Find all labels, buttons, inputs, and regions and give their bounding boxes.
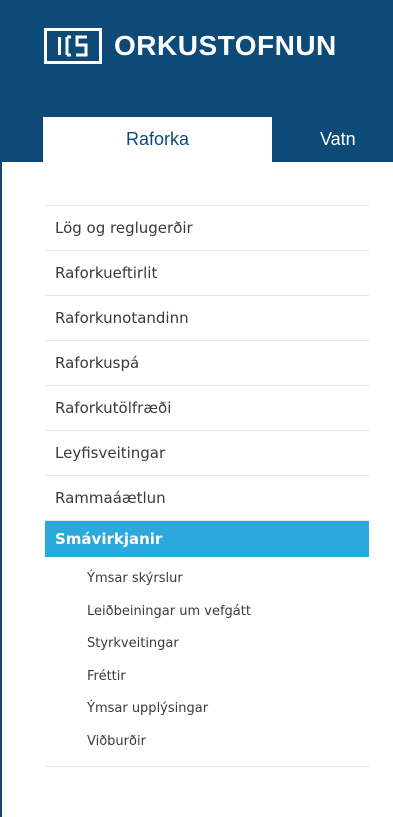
logo-text: ORKUSTOFNUN (114, 30, 337, 61)
logo-mark-icon (44, 28, 102, 64)
sidebar-nav: Lög og reglugerðir Raforkueftirlit Rafor… (45, 205, 369, 767)
nav-item-log-og-reglugerdir[interactable]: Lög og reglugerðir (45, 206, 369, 251)
subnav-item-styrkveitingar[interactable]: Styrkveitingar (45, 628, 369, 661)
nav-item-raforkueftirlit[interactable]: Raforkueftirlit (45, 251, 369, 296)
subnav-item-ymsar-skyrslur[interactable]: Ýmsar skýrslur (45, 563, 369, 596)
nav-item-raforkuspa[interactable]: Raforkuspá (45, 341, 369, 386)
top-tabs: Raforka Vatn (0, 103, 393, 162)
tab-raforka[interactable]: Raforka (43, 117, 272, 162)
left-border (0, 162, 2, 817)
nav-item-rammaaaetlun[interactable]: Rammaáætlun (45, 476, 369, 521)
nav-item-raforkutolfraedi[interactable]: Raforkutölfræði (45, 386, 369, 431)
nav-item-smavirkjanir[interactable]: Smávirkjanir (45, 521, 369, 557)
subnav-item-leidbeiningar[interactable]: Leiðbeiningar um vefgátt (45, 596, 369, 629)
subnav-item-ymsar-upplysingar[interactable]: Ýmsar upplýsingar (45, 693, 369, 726)
subnav-list: Ýmsar skýrslur Leiðbeiningar um vefgátt … (45, 557, 369, 758)
subnav-item-frettir[interactable]: Fréttir (45, 661, 369, 694)
site-header: ORKUSTOFNUN (0, 0, 393, 103)
tab-vatn[interactable]: Vatn (320, 117, 356, 162)
nav-item-leyfisveitingar[interactable]: Leyfisveitingar (45, 431, 369, 476)
nav-divider (45, 758, 369, 767)
site-logo[interactable]: ORKUSTOFNUN (44, 28, 337, 64)
subnav-item-vidburdir[interactable]: Viðburðir (45, 726, 369, 759)
nav-item-raforkunotandinn[interactable]: Raforkunotandinn (45, 296, 369, 341)
